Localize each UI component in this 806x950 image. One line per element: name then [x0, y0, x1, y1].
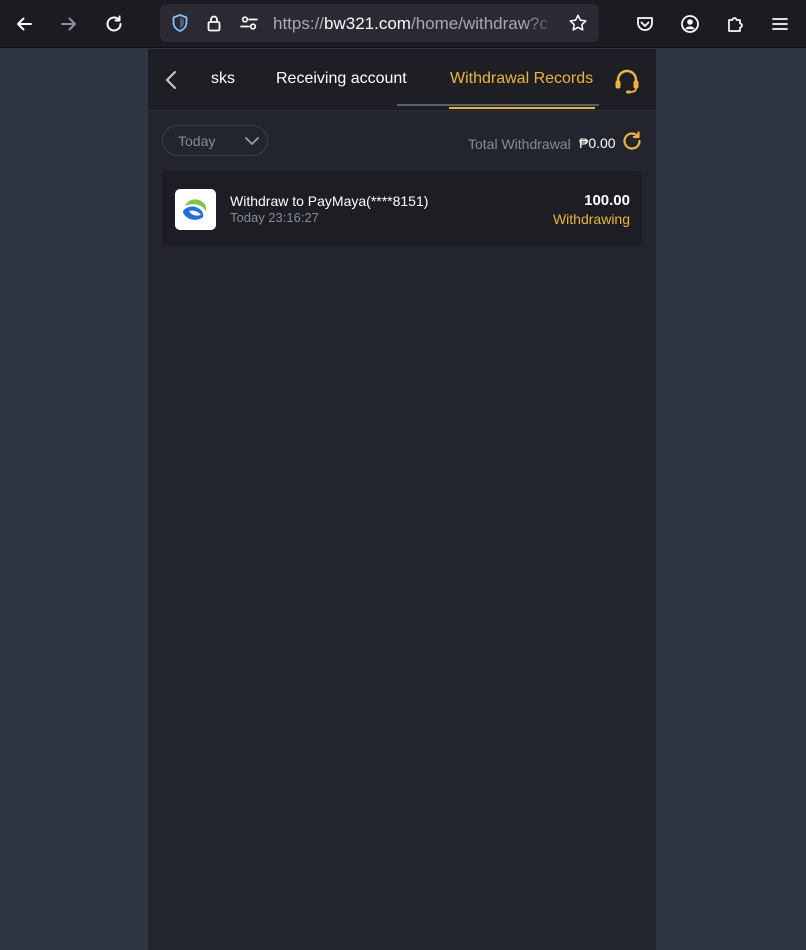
back-button[interactable]	[7, 7, 41, 41]
permissions-icon[interactable]	[239, 13, 259, 33]
customer-support-button[interactable]	[613, 67, 641, 95]
withdraw-app: sks Receiving account Withdrawal Records…	[148, 49, 656, 950]
url-text[interactable]: https://bw321.com/home/withdraw?c	[273, 14, 558, 34]
forward-arrow-icon	[61, 17, 76, 31]
url-scheme: https://	[273, 14, 325, 33]
pocket-button[interactable]	[628, 7, 662, 41]
headset-icon	[615, 69, 639, 94]
pocket-icon	[637, 17, 653, 31]
back-button[interactable]	[158, 66, 184, 94]
extensions-icon	[728, 17, 743, 32]
extensions-button[interactable]	[718, 7, 752, 41]
active-tab-indicator	[449, 107, 595, 109]
menu-button[interactable]	[763, 7, 797, 41]
total-withdrawal-value: ₱0.00	[579, 135, 616, 151]
account-button[interactable]	[673, 7, 707, 41]
record-time: Today 23:16:27	[230, 210, 319, 225]
url-domain: bw321.com	[324, 14, 411, 33]
record-amount: 100.00	[584, 192, 630, 209]
tab-tasks[interactable]: sks	[211, 70, 235, 88]
forward-button[interactable]	[52, 7, 86, 41]
record-status: Withdrawing	[552, 211, 630, 227]
refresh-icon[interactable]	[621, 130, 643, 152]
tab-withdrawal-records[interactable]: Withdrawal Records	[450, 70, 593, 88]
tab-receiving-account[interactable]: Receiving account	[276, 70, 407, 88]
browser-toolbar: https://bw321.com/home/withdraw?c	[0, 0, 806, 48]
shield-icon[interactable]	[170, 13, 190, 33]
date-filter-value: Today	[178, 133, 216, 149]
page-header: sks Receiving account Withdrawal Records	[148, 49, 656, 111]
reload-icon	[106, 15, 122, 32]
lock-icon[interactable]	[204, 13, 224, 33]
paymaya-logo-icon	[175, 189, 216, 230]
address-bar[interactable]: https://bw321.com/home/withdraw?c	[160, 4, 599, 42]
bookmark-star-icon[interactable]	[568, 13, 588, 33]
record-title: Withdraw to PayMaya(****8151)	[230, 193, 429, 209]
chevron-left-icon	[166, 71, 176, 89]
menu-icon	[772, 18, 788, 30]
chevron-down-icon	[245, 137, 259, 145]
total-withdrawal-label: Total Withdrawal	[468, 136, 571, 152]
url-path: /home/withdraw?c	[410, 14, 548, 33]
back-arrow-icon	[17, 17, 32, 31]
reload-button[interactable]	[97, 7, 131, 41]
account-icon	[681, 15, 699, 33]
date-filter-select[interactable]: Today	[162, 125, 268, 156]
withdrawal-record[interactable]: Withdraw to PayMaya(****8151) Today 23:1…	[162, 171, 642, 246]
tab-scroll-track	[397, 104, 599, 106]
